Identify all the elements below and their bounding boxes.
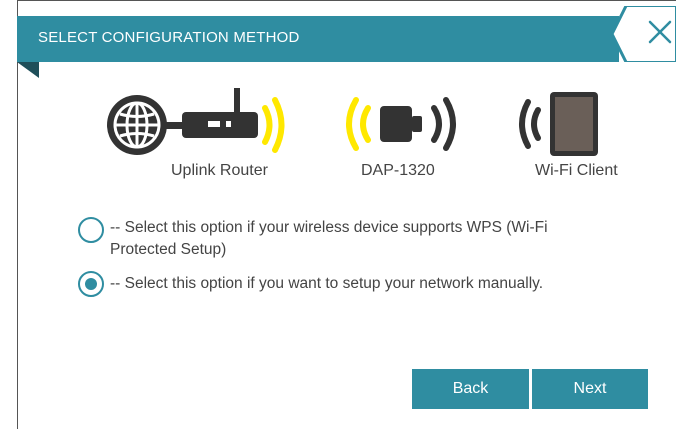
next-button[interactable]: Next (532, 369, 648, 409)
tablet-icon (519, 92, 598, 156)
manual-option-label[interactable]: -- Select this option if you want to set… (110, 273, 543, 295)
wizard-panel (17, 0, 676, 429)
wps-option-label[interactable]: -- Select this option if your wireless d… (110, 217, 548, 261)
wps-option-line2: Protected Setup) (110, 241, 227, 258)
device-label-uplink-router: Uplink Router (171, 162, 268, 179)
manual-option-radio[interactable] (78, 271, 104, 297)
wps-option-line1: -- Select this option if your wireless d… (110, 219, 548, 236)
radio-selected-dot (85, 278, 97, 290)
header-fold-decoration (17, 62, 39, 78)
back-button[interactable]: Back (412, 369, 529, 409)
router-icon (107, 88, 285, 155)
wps-option-radio[interactable] (78, 217, 104, 243)
range-extender-icon (346, 97, 456, 151)
page-title: SELECT CONFIGURATION METHOD (38, 29, 300, 46)
device-label-wifi-client: Wi-Fi Client (535, 162, 618, 179)
close-button[interactable] (612, 6, 676, 62)
device-label-dap-1320: DAP-1320 (361, 162, 435, 179)
